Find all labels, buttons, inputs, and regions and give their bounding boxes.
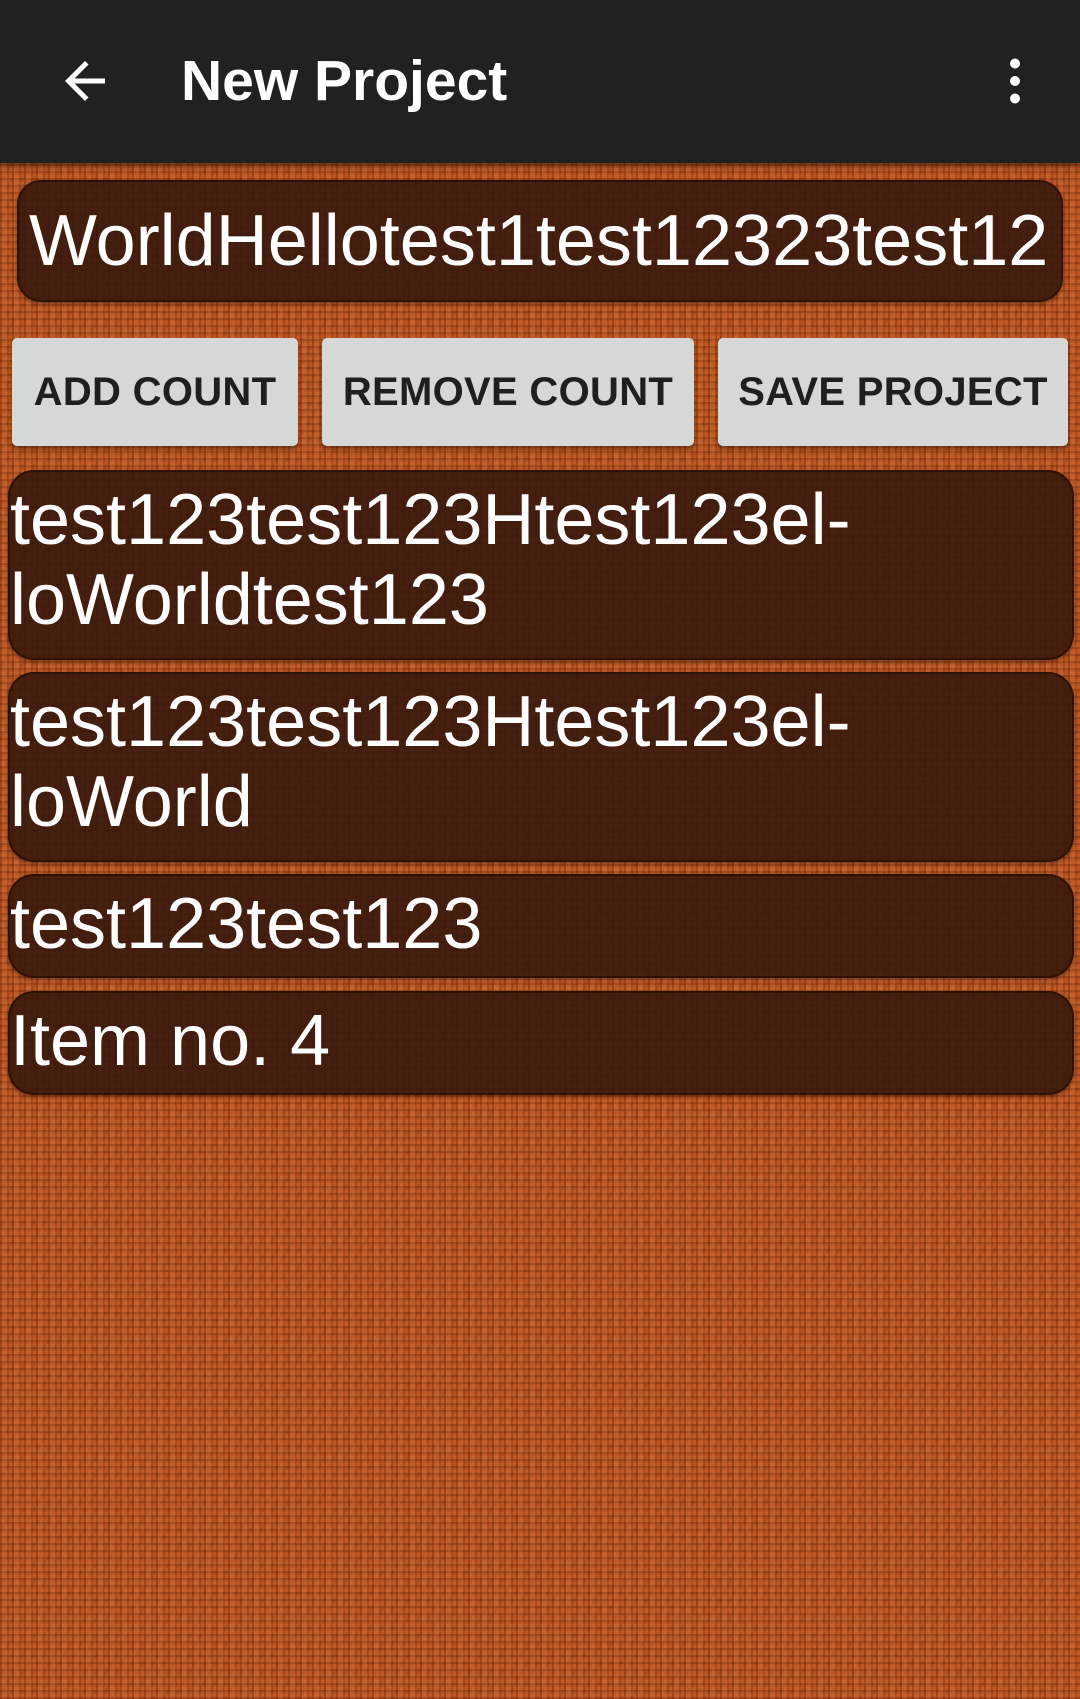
project-name-input[interactable]: [29, 180, 1063, 302]
arrow-back-icon: [65, 61, 105, 101]
list-item[interactable]: Item no. 4: [8, 991, 1074, 1095]
project-name-field: [17, 180, 1063, 302]
overflow-menu-button[interactable]: [975, 36, 1055, 126]
add-count-button[interactable]: ADD COUNT: [12, 338, 298, 446]
list-item-text-line: loWorldtest123: [10, 560, 489, 640]
list-item-text-line: Item no. 4: [10, 1001, 331, 1081]
list-item[interactable]: test123test123Htest123el- loWorldtest123: [8, 470, 1074, 660]
list-item-text-line: test123test123: [10, 884, 483, 964]
list-item[interactable]: test123test123: [8, 874, 1074, 978]
page-title: New Project: [181, 49, 508, 113]
list-item-text-line: test123test123Htest123el-: [10, 682, 851, 762]
list-item-text-line: loWorld: [10, 762, 253, 842]
remove-count-button[interactable]: REMOVE COUNT: [322, 338, 694, 446]
back-button[interactable]: [40, 36, 130, 126]
save-project-button[interactable]: SAVE PROJECT: [718, 338, 1068, 446]
list-item[interactable]: test123test123Htest123el- loWorld: [8, 672, 1074, 862]
more-vert-icon: [1010, 58, 1020, 104]
list-item-text-line: test123test123Htest123el-: [10, 480, 851, 560]
app-bar: New Project: [0, 0, 1080, 163]
